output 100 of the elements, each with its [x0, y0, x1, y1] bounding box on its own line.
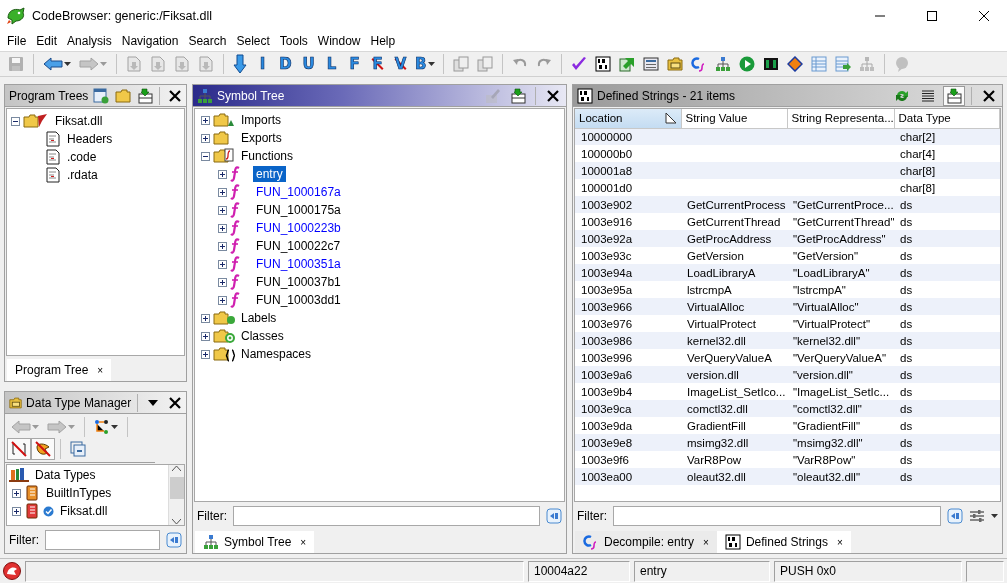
table-cell: ds [894, 196, 1000, 213]
menu-item[interactable]: Analysis [62, 34, 117, 48]
table-cell: 1003e9da [575, 417, 681, 434]
collapse-toggle[interactable] [201, 151, 210, 161]
tree-item[interactable]: FUN_1000351a [253, 256, 344, 272]
tree-item[interactable]: Exports [238, 130, 285, 146]
tree-item[interactable]: Headers [64, 131, 116, 147]
tab-close[interactable]: × [300, 536, 307, 548]
menu-item[interactable]: Select [231, 34, 275, 48]
toolbar-button[interactable]: L [320, 53, 343, 75]
page-icon [150, 56, 166, 72]
toolbar-button[interactable]: F [343, 53, 366, 75]
expand-toggle[interactable] [218, 295, 227, 305]
table-cell: "GetProcAddress" [787, 230, 894, 247]
close-icon [983, 89, 995, 102]
table-cell: GetCurrentThread [681, 213, 787, 230]
menu-item[interactable]: Window [312, 34, 366, 48]
table-cell: 1003e9a6 [575, 366, 681, 383]
tree-item[interactable]: FUN_1000167a [253, 184, 344, 200]
expand-toggle[interactable] [201, 331, 210, 341]
menu-item[interactable]: Edit [31, 34, 63, 48]
expand-toggle[interactable] [218, 277, 227, 287]
expand-toggle[interactable] [218, 205, 227, 215]
function-icon [230, 274, 240, 290]
tree-item[interactable]: Labels [238, 310, 280, 326]
menu-item[interactable]: Navigation [116, 34, 184, 48]
tree-item[interactable]: Data Types [32, 467, 99, 483]
expand-toggle[interactable] [12, 506, 21, 516]
clear-filter-icon [166, 532, 182, 548]
tab-close[interactable]: × [97, 364, 104, 376]
table-cell: 1003e986 [575, 332, 681, 349]
expand-toggle[interactable] [201, 133, 210, 143]
caret-icon [148, 399, 159, 406]
tree-item[interactable]: BuiltInTypes [43, 485, 115, 501]
panel-tab[interactable]: Defined Strings × [716, 531, 851, 553]
expand-toggle[interactable] [218, 241, 227, 251]
toolbar-button[interactable]: I [251, 53, 274, 75]
tree-item[interactable]: FUN_100037b1 [253, 274, 344, 290]
expand-toggle[interactable] [218, 187, 227, 197]
edit-icon [484, 87, 500, 104]
table-cell: 1003e902 [575, 196, 681, 213]
table-cell: GradientFill [681, 417, 787, 434]
tree-item[interactable]: .rdata [64, 167, 101, 183]
expand-toggle[interactable] [218, 223, 227, 233]
tab-close[interactable]: × [703, 536, 709, 548]
collapse-toggle[interactable] [11, 116, 20, 126]
tree-item[interactable]: Imports [238, 112, 284, 128]
table-cell: "comctl32.dll" [787, 400, 894, 417]
tree-item[interactable]: Classes [238, 328, 287, 344]
tree-item[interactable]: FUN_1000223b [253, 220, 344, 236]
tab-close[interactable]: × [836, 536, 843, 548]
menu-item[interactable]: Tools [274, 34, 313, 48]
book-icon [24, 485, 40, 501]
tree-item[interactable]: FUN_10003dd1 [253, 292, 344, 308]
table-cell: ds [894, 366, 1000, 383]
column-header[interactable]: Location [575, 109, 681, 128]
tree-item[interactable]: FUN_100022c7 [253, 238, 344, 254]
tree-item[interactable]: Fiksat.dll [52, 113, 106, 129]
table-cell: ds [894, 383, 1000, 400]
menu-item[interactable]: Search [183, 34, 232, 48]
filter-field[interactable] [45, 530, 160, 550]
tree-item[interactable]: Functions [238, 148, 297, 164]
table-cell: ds [894, 451, 1000, 468]
tree-item[interactable]: .code [64, 149, 100, 165]
menu-item[interactable]: File [2, 34, 32, 48]
toolbar-button[interactable]: B [412, 53, 439, 75]
header-button[interactable] [135, 85, 154, 106]
header-button[interactable] [943, 85, 965, 106]
table-cell: ds [894, 349, 1000, 366]
filter-field[interactable] [613, 506, 941, 526]
table-cell: VirtualProtect [681, 315, 787, 332]
expand-toggle[interactable] [218, 169, 227, 179]
expand-toggle[interactable] [201, 115, 210, 125]
expand-toggle[interactable] [201, 349, 210, 359]
tree-item[interactable]: FUN_1000175a [253, 202, 344, 218]
header-button[interactable] [92, 85, 111, 106]
panel-tab[interactable]: Decompile: entry × [575, 531, 717, 553]
expand-toggle[interactable] [12, 488, 21, 498]
close-icon [169, 396, 181, 409]
expand-toggle[interactable] [201, 313, 210, 323]
menu-item[interactable]: Help [365, 34, 401, 48]
folder-flag-icon [23, 113, 49, 129]
scrollbar[interactable] [168, 465, 184, 525]
expand-toggle[interactable] [218, 259, 227, 269]
panel-tab[interactable]: Program Tree × [7, 359, 112, 381]
maximize-icon [927, 10, 937, 21]
column-header[interactable]: String Value [681, 109, 787, 128]
tree-item[interactable]: Fiksat.dll [57, 503, 111, 519]
column-header[interactable]: Data Type [894, 109, 1000, 128]
column-header[interactable]: String Representa... [787, 109, 894, 128]
caret-icon [428, 62, 436, 66]
tree-item[interactable]: Namespaces [238, 346, 315, 362]
filter-field[interactable] [233, 506, 540, 526]
function-icon [230, 220, 240, 236]
panel-title: Program Trees [9, 88, 89, 103]
tree-item[interactable]: entry [253, 166, 286, 182]
status-field: entry [634, 560, 770, 582]
binary-icon [577, 87, 593, 104]
panel-tab[interactable]: Symbol Tree × [195, 531, 315, 553]
table-cell: VerQueryValueA [681, 349, 787, 366]
